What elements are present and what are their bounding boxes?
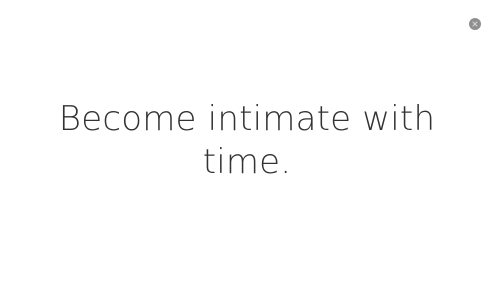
intro-screen: Become intimate with time. [0,0,500,281]
headline: Become intimate with time. [58,99,436,182]
close-icon [472,21,478,27]
close-button[interactable] [469,18,481,30]
